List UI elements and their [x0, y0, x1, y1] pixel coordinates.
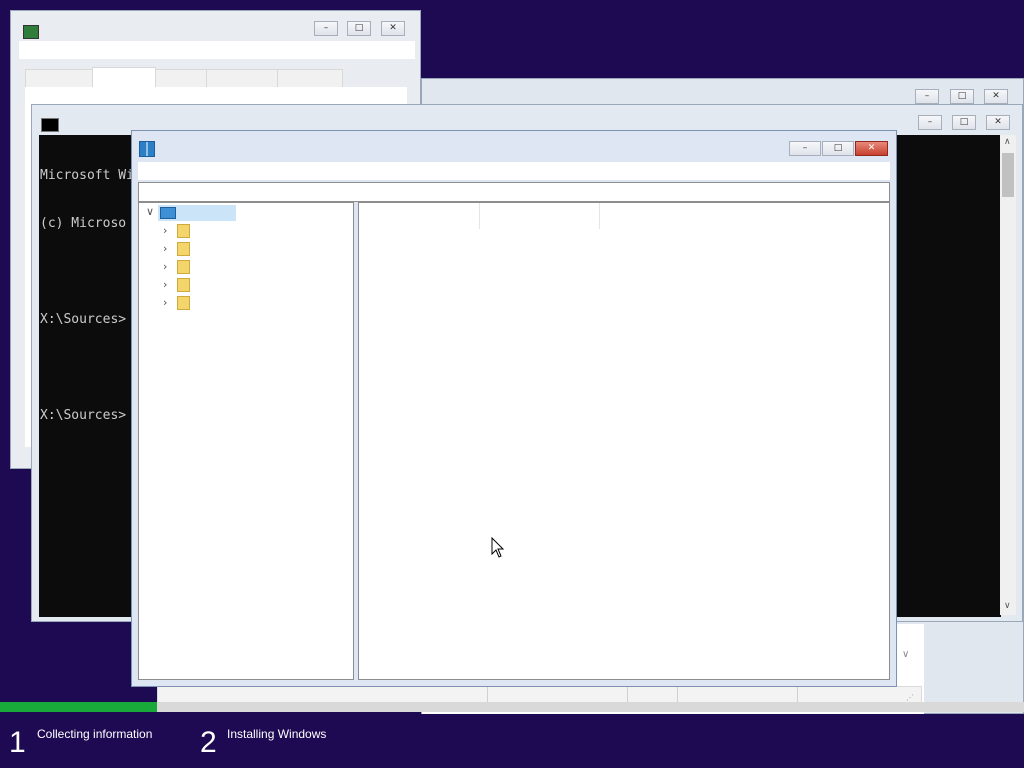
column-divider — [487, 687, 488, 703]
close-button[interactable]: ✕ — [984, 89, 1008, 104]
tab-strip — [25, 67, 345, 89]
setup-progress-track — [0, 702, 1024, 712]
tab-5[interactable] — [277, 69, 343, 89]
step-1-number: 1 — [9, 726, 26, 759]
folder-icon[interactable] — [177, 224, 190, 238]
scroll-up-arrow[interactable]: ∧ — [1004, 137, 1011, 147]
values-pane[interactable] — [358, 202, 890, 680]
computer-node[interactable] — [158, 205, 236, 221]
computer-icon — [160, 207, 176, 219]
registry-editor-window[interactable]: – □ ✕ ∨ › › › › › — [131, 130, 897, 687]
mouse-cursor-icon — [491, 537, 505, 558]
collapsed-chevron-icon[interactable]: › — [163, 278, 167, 291]
registry-icon — [139, 141, 155, 157]
resize-grip-icon[interactable]: ⋰ — [906, 693, 914, 702]
column-header-row — [359, 203, 889, 229]
expand-chevron-icon[interactable]: ∨ — [146, 205, 154, 218]
maximize-button[interactable]: □ — [822, 141, 854, 156]
scroll-thumb[interactable] — [1002, 153, 1014, 197]
cmd-icon — [41, 118, 59, 132]
column-divider — [677, 687, 678, 703]
folder-icon[interactable] — [177, 260, 190, 274]
folder-icon[interactable] — [177, 242, 190, 256]
column-header-data[interactable] — [600, 203, 889, 229]
column-divider — [627, 687, 628, 703]
tab-1[interactable] — [25, 69, 93, 89]
window-app-icon — [23, 25, 39, 39]
minimize-button[interactable]: – — [789, 141, 821, 156]
column-header-name[interactable] — [359, 203, 480, 229]
maximize-button[interactable]: □ — [347, 21, 371, 36]
step-1-label: Collecting information — [37, 727, 153, 741]
column-divider — [797, 687, 798, 703]
tab-2[interactable] — [92, 67, 156, 89]
tab-4[interactable] — [206, 69, 278, 89]
column-header-type[interactable] — [480, 203, 600, 229]
setup-progress-fill — [0, 702, 157, 712]
close-button[interactable]: ✕ — [986, 115, 1010, 130]
window-menu-strip — [19, 41, 415, 59]
step-2-label: Installing Windows — [227, 727, 327, 741]
vertical-scrollbar[interactable]: ∧ ∨ — [1000, 135, 1016, 615]
close-button[interactable]: ✕ — [381, 21, 405, 36]
scroll-down-arrow[interactable]: ∨ — [902, 649, 909, 660]
step-2-number: 2 — [200, 726, 217, 759]
scroll-down-arrow[interactable]: ∨ — [1004, 601, 1011, 611]
minimize-button[interactable]: – — [918, 115, 942, 130]
collapsed-chevron-icon[interactable]: › — [163, 242, 167, 255]
minimize-button[interactable]: – — [915, 89, 939, 104]
maximize-button[interactable]: □ — [950, 89, 974, 104]
menu-bar[interactable] — [138, 162, 890, 180]
collapsed-chevron-icon[interactable]: › — [163, 296, 167, 309]
minimize-button[interactable]: – — [314, 21, 338, 36]
close-button[interactable]: ✕ — [855, 141, 888, 156]
folder-icon[interactable] — [177, 278, 190, 292]
collapsed-chevron-icon[interactable]: › — [163, 260, 167, 273]
folder-icon[interactable] — [177, 296, 190, 310]
maximize-button[interactable]: □ — [952, 115, 976, 130]
tab-3[interactable] — [155, 69, 207, 89]
collapsed-chevron-icon[interactable]: › — [163, 224, 167, 237]
tree-pane[interactable]: ∨ › › › › › — [138, 202, 354, 680]
address-bar[interactable] — [138, 182, 890, 202]
